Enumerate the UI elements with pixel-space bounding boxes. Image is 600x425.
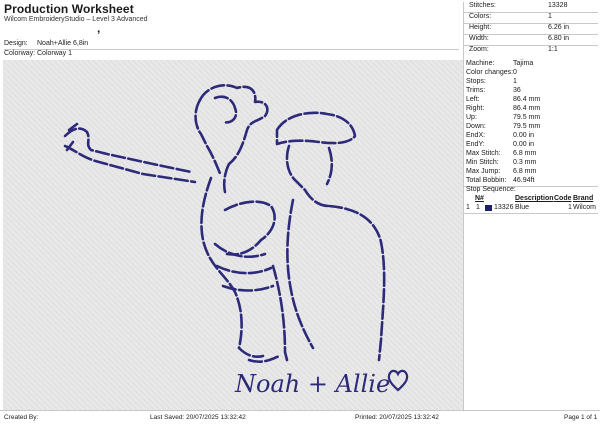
thread-color-swatch (485, 205, 492, 211)
info-left: Left: 86.4 mm (466, 96, 541, 103)
machine-info-panel: Machine: Tajima Color changes: 0 Stops: 1 T… (463, 60, 598, 410)
design-meta: Design: Noah+Allie 6,8in Colorway: Color… (4, 40, 459, 60)
stop-sequence-label: Stop Sequence: (466, 186, 516, 193)
info-up: Up: 79.5 mm (466, 114, 541, 121)
software-subtitle: Wilcom EmbroideryStudio – Level 3 Advanc… (4, 16, 148, 23)
info-total-bobbin: Total Bobbin: 46.94ft (466, 177, 535, 184)
printed-date: Printed: 20/07/2025 13:32:42 (355, 414, 439, 421)
info-endx: EndX: 0.00 in (466, 132, 535, 139)
info-color-changes: Color changes: 0 (466, 69, 517, 76)
stat-height: Height: 6.26 in (469, 24, 570, 31)
info-right: Right: 86.4 mm (466, 105, 541, 112)
page-number: Page 1 of 1 (564, 414, 598, 421)
artwork-arm-lower (63, 144, 197, 184)
design-preview: Noah + Allie (3, 60, 464, 410)
info-max-jump: Max Jump: 6.8 mm (466, 168, 537, 175)
header-description: Description (515, 195, 554, 202)
heart-outline-icon (387, 369, 409, 392)
header-code: Code (554, 195, 572, 202)
colorway-label: Colorway: (4, 50, 36, 57)
info-min-stitch: Min Stitch: 0.3 mm (466, 159, 537, 166)
stat-stitches: Stitches: 13328 (469, 2, 568, 9)
info-stops: Stops: 1 (466, 78, 517, 85)
created-by: Created By: (4, 414, 39, 421)
info-down: Down: 79.5 mm (466, 123, 541, 130)
stop-sequence-row: 1 1 13326 Blue 1 Wilcom (466, 204, 596, 211)
artwork-woman-torso (200, 176, 243, 350)
worksheet-footer: Created By: Last Saved: 20/07/2025 13:32… (0, 410, 600, 425)
design-label: Design: (4, 40, 28, 47)
artwork-caption: Noah + Allie (234, 370, 390, 398)
info-machine: Machine: Tajima (466, 60, 534, 67)
stat-colors: Colors: 1 (469, 13, 552, 20)
artwork-arm (63, 127, 193, 174)
artwork-man-cap (275, 111, 357, 146)
embroidery-artwork: Noah + Allie (63, 84, 409, 398)
info-trims: Trims: 36 (466, 87, 521, 94)
stop-sequence-header: N# Description Code Brand (463, 195, 598, 204)
artwork-man-body (327, 204, 386, 362)
info-endy: EndY: 0.00 in (466, 141, 535, 148)
header-n: N# (475, 195, 484, 202)
stat-zoom: Zoom: 1:1 (469, 46, 558, 53)
info-max-stitch: Max Stitch: 6.8 mm (466, 150, 537, 157)
worksheet-title: Production Worksheet (4, 2, 134, 16)
artwork-man-face (285, 144, 331, 208)
header-brand: Brand (573, 195, 594, 202)
last-saved: Last Saved: 20/07/2025 13:32:42 (150, 414, 246, 421)
stat-width: Width: 6.80 in (469, 35, 570, 42)
colorway-value: Colorway 1 (37, 50, 73, 57)
design-value: Noah+Allie 6,8in (37, 40, 89, 47)
